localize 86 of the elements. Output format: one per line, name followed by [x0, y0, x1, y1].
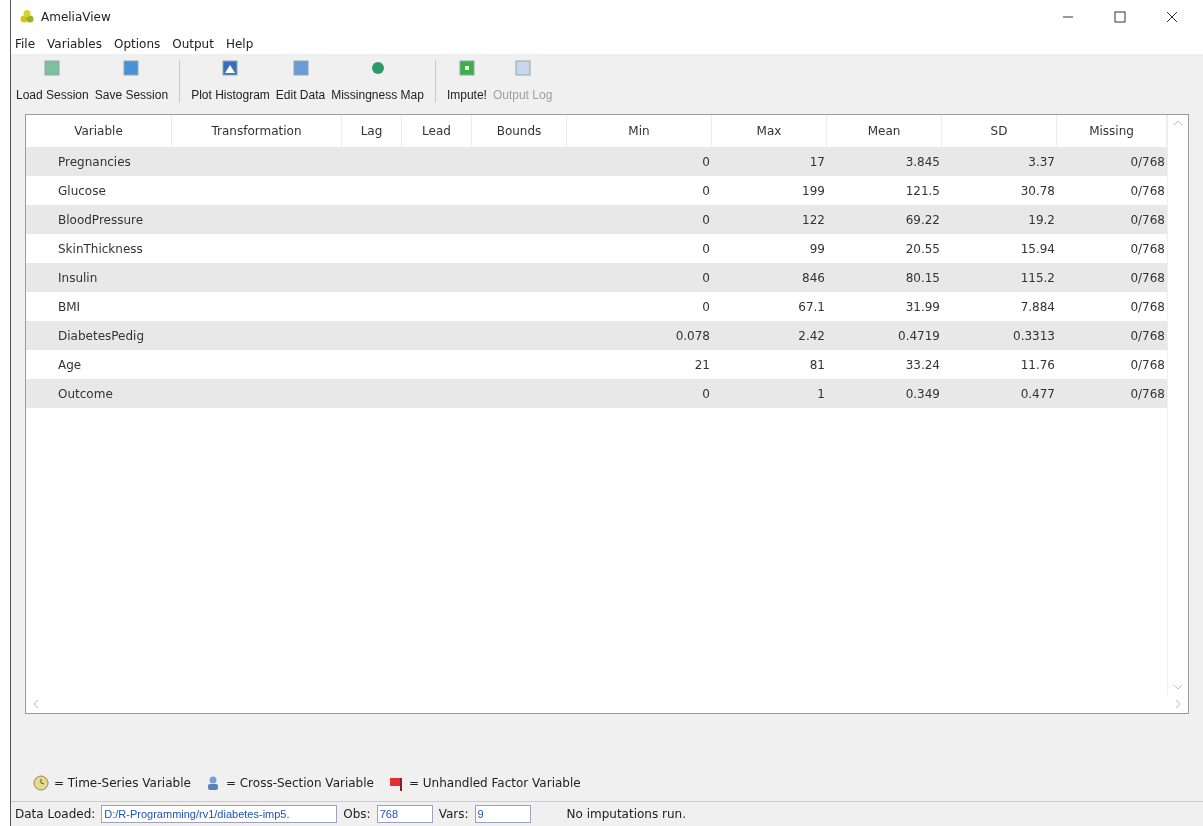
legend-label: = Unhandled Factor Variable: [408, 776, 581, 790]
toolbar-button[interactable]: Edit Data: [272, 58, 329, 104]
toolbar-button[interactable]: Save Session: [91, 58, 172, 104]
obs-field[interactable]: 768: [376, 805, 433, 823]
table-cell-text: 0/768: [1129, 182, 1166, 200]
table-cell-text: 33.24: [904, 356, 941, 374]
menu-item[interactable]: File: [15, 37, 36, 51]
legend-label: = Time-Series Variable: [54, 776, 191, 790]
table-cell-text: 0: [701, 385, 711, 403]
menu-item[interactable]: Variables: [47, 37, 102, 51]
scroll-up-icon[interactable]: [1173, 119, 1183, 127]
table-cell-text: 0/768: [1129, 211, 1166, 229]
table-cell-text: 0: [701, 211, 711, 229]
table-cell-text: BMI: [57, 298, 82, 316]
close-icon: [1166, 11, 1178, 23]
table-cell-text: 17: [808, 153, 826, 171]
table-cell-text: 0: [701, 240, 711, 258]
table-cell-text: 99: [808, 240, 826, 258]
table-cell-text: 0: [701, 269, 711, 287]
toolbar-button[interactable]: Missingness Map: [328, 58, 427, 104]
table-cell-text: 0/768: [1129, 356, 1166, 374]
scroll-down-icon[interactable]: [1173, 683, 1183, 691]
table-cell-text: 0/768: [1129, 240, 1166, 258]
table-cell-text: 80.15: [904, 269, 941, 287]
table-cell-text: 15.94: [1019, 240, 1056, 258]
table-cell-text: 7.884: [1019, 298, 1056, 316]
table-cell-text: 21: [693, 356, 711, 374]
maximize-icon: [1114, 11, 1126, 23]
scroll-right-icon[interactable]: [1174, 699, 1182, 709]
toolbar-button[interactable]: Load Session: [13, 58, 92, 104]
table-cell-text: 0/768: [1129, 153, 1166, 171]
table-cell-text: SkinThickness: [57, 240, 144, 258]
table-cell-text: 0.477: [1019, 385, 1056, 403]
table-cell-text: 69.22: [904, 211, 941, 229]
status-label: Obs:: [343, 807, 371, 821]
table-cell-text: 3.37: [1027, 153, 1056, 171]
table-cell-text: Insulin: [57, 269, 99, 287]
table-cell-text: 0: [701, 298, 711, 316]
table-cell-text: 81: [808, 356, 826, 374]
table-cell-text: 122: [801, 211, 826, 229]
status-label: Data Loaded:: [15, 807, 96, 821]
table-cell-text: 199: [801, 182, 826, 200]
histogram-icon: [222, 60, 239, 76]
table-cell-text: Glucose: [57, 182, 107, 200]
window-title: AmeliaView: [41, 10, 112, 24]
menu-item[interactable]: Output: [172, 37, 214, 51]
table-cell-text: 0: [701, 182, 711, 200]
table-cell-text: 1: [816, 385, 826, 403]
table-cell-text: 115.2: [1019, 269, 1056, 287]
table-cell-text: 0/768: [1129, 385, 1166, 403]
status-label: Vars:: [438, 807, 469, 821]
table-cell-text: 67.1: [797, 298, 826, 316]
table-cell-text: 0/768: [1129, 269, 1166, 287]
data-path-field[interactable]: D:/R-Programming/rv1/diabetes-imp5.: [101, 805, 338, 823]
legend-label: = Cross-Section Variable: [225, 776, 374, 790]
table-cell-text: 31.99: [904, 298, 941, 316]
app-logo-icon: [19, 9, 35, 25]
table-cell-text: Pregnancies: [57, 153, 132, 171]
table-cell-text: 0.349: [904, 385, 941, 403]
table-cell-text: 0.078: [674, 327, 711, 345]
table-cell-text: 2.42: [797, 327, 826, 345]
table-cell-text: 3.845: [904, 153, 941, 171]
table-cell-text: 20.55: [904, 240, 941, 258]
table-cell-text: 11.76: [1019, 356, 1056, 374]
menu-item[interactable]: Help: [225, 37, 254, 51]
vars-field[interactable]: 9: [474, 805, 531, 823]
table-cell-text: 0/768: [1129, 298, 1166, 316]
table-cell-text: BloodPressure: [57, 211, 145, 229]
table-cell-text: 0/768: [1129, 327, 1166, 345]
scroll-left-icon[interactable]: [32, 699, 40, 709]
toolbar-button[interactable]: Impute!: [443, 58, 490, 104]
clock-icon: [33, 775, 49, 791]
table-cell-text: 121.5: [904, 182, 941, 200]
table-cell-text: 0.4719: [897, 327, 941, 345]
table-cell-text: Age: [57, 356, 83, 374]
status-message: No imputations run.: [566, 807, 686, 821]
toolbar-button[interactable]: Plot Histogram: [188, 58, 273, 104]
table-cell-text: 30.78: [1019, 182, 1056, 200]
table-cell-text: DiabetesPedig: [57, 327, 146, 345]
flag-icon: [387, 775, 404, 791]
table-cell-text: 846: [801, 269, 826, 287]
table-cell-text: 0: [701, 153, 711, 171]
table-cell-text: 19.2: [1027, 211, 1056, 229]
menu-item[interactable]: Options: [113, 37, 161, 51]
table-cell-text: Outcome: [57, 385, 114, 403]
table-cell-text: 0.3313: [1012, 327, 1056, 345]
